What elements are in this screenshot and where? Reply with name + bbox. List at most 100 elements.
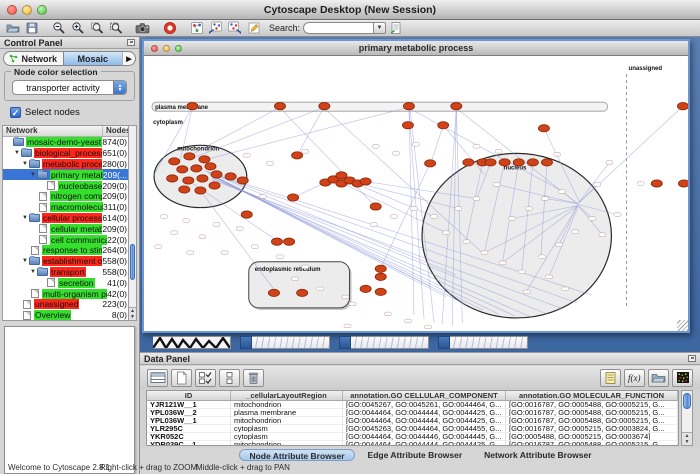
select-nodes-checkbox[interactable]: ✓ (10, 107, 21, 118)
node[interactable] (268, 289, 279, 296)
tree-row-cellular-process[interactable]: ▼cellular process614(0) (3, 213, 136, 224)
disclosure-triangle-icon[interactable]: ▼ (21, 215, 29, 221)
mini-node[interactable] (302, 265, 309, 269)
node[interactable] (241, 211, 252, 218)
mini-node[interactable] (554, 153, 561, 157)
mini-node[interactable] (556, 243, 563, 247)
mini-node[interactable] (370, 223, 377, 227)
node[interactable] (651, 180, 662, 187)
node[interactable] (370, 203, 381, 210)
node[interactable] (167, 175, 178, 182)
mini-node[interactable] (518, 270, 525, 274)
node[interactable] (513, 159, 524, 166)
mini-node[interactable] (183, 219, 190, 223)
import-attributes-button[interactable] (648, 369, 669, 387)
zoom-selected-button[interactable] (106, 20, 125, 36)
tree-row-macromolecule[interactable]: macromolecule311(0) (3, 202, 136, 213)
mini-node[interactable] (541, 197, 548, 201)
function-builder-button[interactable]: f(x) (624, 369, 645, 387)
minimized-window[interactable] (153, 336, 231, 349)
mini-node[interactable] (342, 295, 349, 299)
mini-node[interactable] (404, 319, 411, 323)
tree-row-secretion[interactable]: secretion41(0) (3, 277, 136, 288)
node[interactable] (197, 175, 208, 182)
node[interactable] (538, 125, 549, 132)
node[interactable] (499, 159, 510, 166)
mini-node[interactable] (390, 215, 397, 219)
tree-scrollbar-arrows[interactable]: ▲▼ (129, 307, 136, 320)
mini-node[interactable] (559, 190, 566, 194)
node[interactable] (360, 285, 371, 292)
zoom-out-button[interactable] (49, 20, 68, 36)
node[interactable] (187, 103, 198, 110)
table-row-ylr295c[interactable]: YLR295Ccytoplasm[GO:0045263, GO:0044464,… (147, 425, 678, 433)
import-network-button[interactable] (206, 20, 225, 36)
mini-node[interactable] (266, 162, 273, 166)
edge[interactable] (381, 163, 430, 267)
mini-node[interactable] (276, 255, 283, 259)
vizmapper-button[interactable] (187, 20, 206, 36)
tree-row-unassigned[interactable]: unassigned223(0) (3, 299, 136, 310)
save-session-button[interactable] (22, 20, 41, 36)
mini-node[interactable] (372, 145, 379, 149)
disclosure-triangle-icon[interactable]: ▼ (29, 172, 37, 178)
annotations-button[interactable] (244, 20, 263, 36)
node[interactable] (179, 186, 190, 193)
tab-edge-attribute-browser[interactable]: Edge Attribute Browser (359, 449, 472, 461)
mini-node[interactable] (236, 227, 243, 231)
node[interactable] (319, 103, 330, 110)
minimized-window[interactable] (339, 336, 429, 349)
mini-node[interactable] (473, 145, 480, 149)
edge[interactable] (200, 190, 275, 290)
disclosure-triangle-icon[interactable]: ▼ (29, 269, 37, 275)
float-panel-icon[interactable] (688, 355, 696, 362)
mini-node[interactable] (155, 245, 162, 249)
column-header-annotation-go-cellular-component[interactable]: annotation.GO CELLULAR_COMPONENT (343, 391, 506, 400)
mini-node[interactable] (589, 217, 596, 221)
node[interactable] (360, 178, 371, 185)
network-minimize-button[interactable] (163, 45, 170, 52)
disclosure-triangle-icon[interactable]: ▼ (21, 258, 29, 264)
float-panel-icon[interactable] (127, 39, 135, 46)
tree-row-response-to-stimulu[interactable]: response to stimulu264(0) (3, 245, 136, 256)
tabs-overflow-button[interactable]: ▶ (122, 52, 135, 65)
snapshot-button[interactable] (133, 20, 152, 36)
select-all-attributes-button[interactable] (195, 369, 216, 387)
tree-row-metabolic-process[interactable]: ▼metabolic process280(0) (3, 159, 136, 170)
table-row-ykr052c[interactable]: YKR052Ccytoplasm[GO:0044464, GO:0044446,… (147, 433, 678, 441)
matrix-button[interactable] (672, 369, 693, 387)
node[interactable] (678, 180, 688, 187)
column-header-id[interactable]: ID (147, 391, 231, 400)
node[interactable] (271, 238, 282, 245)
mini-node[interactable] (259, 195, 266, 199)
mini-node[interactable] (614, 213, 621, 217)
node[interactable] (402, 122, 413, 129)
tree-row-cellular-metabo[interactable]: cellular metabo209(0) (3, 223, 136, 234)
tree-row-overview[interactable]: Overview8(0) (3, 310, 136, 321)
node[interactable] (169, 158, 180, 165)
node[interactable] (184, 153, 195, 160)
close-button[interactable] (7, 5, 17, 15)
table-row-ydr039c-1[interactable]: YDR039C__1mitochondrion[GO:0044464, GO:0… (147, 441, 678, 446)
node[interactable] (237, 177, 248, 184)
unselect-all-attributes-button[interactable] (219, 369, 240, 387)
mini-node[interactable] (523, 290, 530, 294)
node[interactable] (403, 103, 414, 110)
mini-node[interactable] (443, 231, 450, 235)
open-session-button[interactable] (3, 20, 22, 36)
mini-node[interactable] (481, 251, 488, 255)
network-zoom-button[interactable] (175, 45, 182, 52)
node[interactable] (677, 103, 688, 110)
node[interactable] (177, 166, 188, 173)
mini-node[interactable] (594, 183, 601, 187)
network-canvas[interactable]: plasma membranecytoplasmmitochondrionnuc… (144, 56, 688, 331)
tree-row-biological-process[interactable]: ▼biological_process651(0) (3, 148, 136, 159)
minimized-window[interactable] (240, 336, 330, 349)
mini-node[interactable] (606, 161, 613, 165)
node[interactable] (199, 156, 210, 163)
node[interactable] (297, 289, 308, 296)
node[interactable] (195, 187, 206, 194)
node[interactable] (274, 103, 285, 110)
mini-node[interactable] (161, 215, 168, 219)
mini-node[interactable] (562, 287, 569, 291)
